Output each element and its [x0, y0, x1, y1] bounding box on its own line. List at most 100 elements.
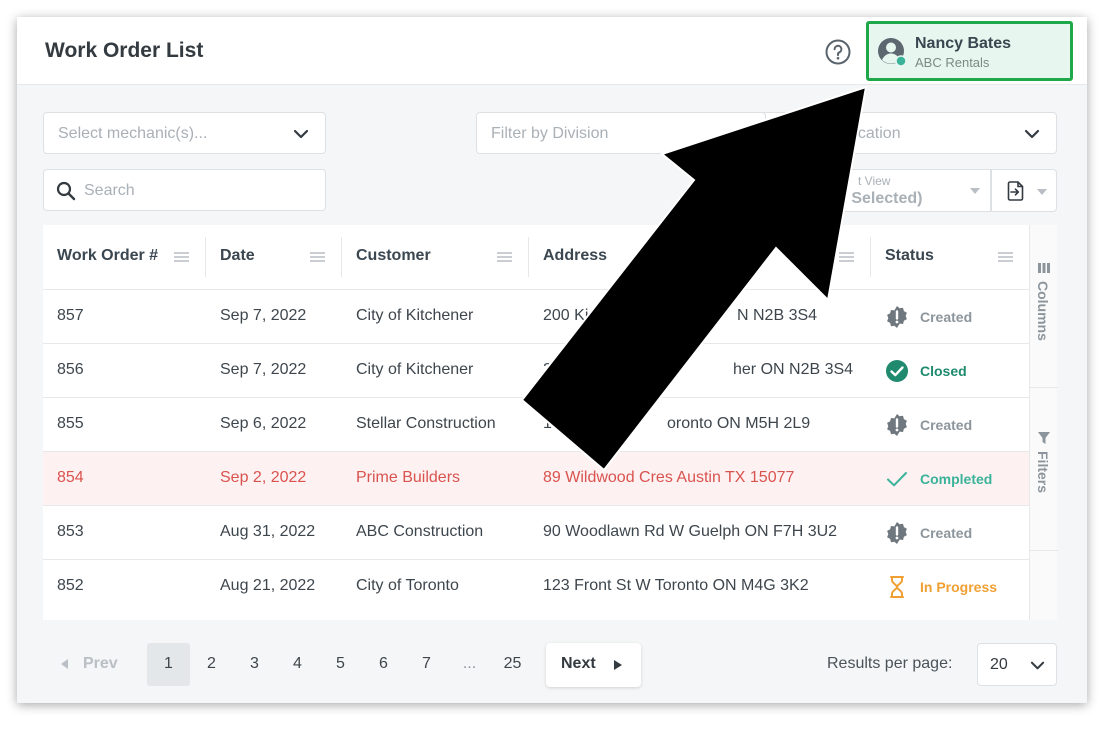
caret-right-icon: [614, 660, 622, 670]
filter-icon: [1038, 432, 1050, 444]
cell-work-order: 856: [57, 361, 84, 378]
location-select[interactable]: ocation: [760, 112, 1057, 154]
caret-left-icon: [61, 659, 68, 669]
check-circle-icon: [886, 360, 908, 382]
cell-work-order: 855: [57, 415, 84, 432]
columns-tab[interactable]: Columns: [1030, 255, 1058, 385]
page-ellipsis: ...: [462, 655, 477, 672]
column-header-address[interactable]: Address: [529, 225, 871, 290]
table-row[interactable]: 855 Sep 6, 2022 Stellar Construction 1 o…: [43, 398, 1029, 452]
cell-address: 89 Wildwood Cres Austin TX 15077: [543, 469, 795, 486]
cell-customer: Prime Builders: [356, 469, 461, 486]
column-menu-icon[interactable]: [998, 252, 1013, 262]
help-circle-icon[interactable]: [825, 39, 851, 65]
cell-work-order: 852: [57, 577, 84, 594]
column-menu-icon[interactable]: [497, 252, 512, 262]
cell-date: Sep 2, 2022: [220, 469, 307, 486]
cell-address: 2: [543, 361, 552, 378]
cell-customer: Stellar Construction: [356, 415, 496, 432]
caret-down-icon: [1037, 189, 1047, 195]
grid-header-row: Work Order # Date Customer Address Statu…: [43, 225, 1029, 290]
top-bar: Work Order List Nancy Bates ABC Rentals: [17, 17, 1087, 85]
chevron-down-icon: [293, 129, 309, 139]
next-page-button[interactable]: Next: [546, 643, 641, 687]
cell-address: 123 Front St W Toronto ON M4G 3K2: [543, 577, 809, 594]
cell-date: Sep 7, 2022: [220, 361, 307, 378]
results-per-page-label: Results per page:: [827, 655, 953, 672]
filters-tab-label: Filters: [1035, 451, 1051, 494]
work-order-grid: Work Order # Date Customer Address Statu…: [43, 225, 1058, 620]
page-button-7[interactable]: 7: [405, 643, 448, 686]
prev-page-button[interactable]: Prev: [57, 643, 127, 686]
columns-tab-label: Columns: [1035, 281, 1051, 341]
columns-icon: [1038, 263, 1050, 273]
column-header-work-order[interactable]: Work Order #: [43, 225, 206, 290]
cell-customer: City of Toronto: [356, 577, 459, 594]
cell-address-tail: oronto ON M5H 2L9: [667, 415, 811, 432]
cell-work-order: 854: [57, 469, 84, 486]
column-menu-icon[interactable]: [839, 252, 854, 262]
page-title: Work Order List: [45, 39, 204, 62]
page-button-25[interactable]: 25: [491, 643, 534, 686]
cell-customer: ABC Construction: [356, 523, 484, 540]
page-button-1[interactable]: 1: [147, 643, 190, 686]
page-button-2[interactable]: 2: [190, 643, 233, 686]
export-file-icon: [1007, 181, 1024, 201]
division-select[interactable]: Filter by Division: [476, 112, 766, 154]
status-text: Completed: [920, 471, 993, 487]
search-input[interactable]: [84, 180, 314, 202]
filters-tab[interactable]: Filters: [1030, 425, 1058, 545]
saved-view-value: e Selected): [838, 190, 923, 207]
cell-address-tail: N N2B 3S4: [737, 307, 818, 324]
checkmark-icon: [887, 472, 907, 487]
cell-work-order: 853: [57, 523, 84, 540]
alert-badge-icon: [887, 414, 907, 436]
export-button[interactable]: [991, 169, 1057, 212]
column-menu-icon[interactable]: [174, 252, 189, 262]
cell-address: 1: [543, 415, 552, 432]
cell-address: 200 Ki: [543, 307, 589, 324]
table-row[interactable]: 852 Aug 21, 2022 City of Toronto 123 Fro…: [43, 560, 1029, 614]
page-button-3[interactable]: 3: [233, 643, 276, 686]
column-header-date[interactable]: Date: [206, 225, 342, 290]
hourglass-icon: [890, 576, 904, 598]
page-button-4[interactable]: 4: [276, 643, 319, 686]
division-select-placeholder: Filter by Division: [491, 125, 609, 142]
status-text: Created: [920, 309, 973, 325]
table-row[interactable]: 856 Sep 7, 2022 City of Kitchener 2 her …: [43, 344, 1029, 398]
page-button-5[interactable]: 5: [319, 643, 362, 686]
user-name: Nancy Bates: [915, 35, 1012, 52]
results-per-page-select[interactable]: 20: [977, 643, 1057, 686]
search-field[interactable]: [43, 169, 326, 211]
cell-date: Aug 31, 2022: [220, 523, 316, 540]
status-text: In Progress: [920, 579, 998, 595]
page-button-6[interactable]: 6: [362, 643, 405, 686]
cell-address-tail: her ON N2B 3S4: [733, 361, 854, 378]
column-header-customer[interactable]: Customer: [342, 225, 529, 290]
location-select-placeholder: ocation: [849, 125, 901, 142]
cell-date: Aug 21, 2022: [220, 577, 316, 594]
status-text: Created: [920, 417, 973, 433]
chevron-down-icon: [1030, 661, 1045, 670]
mechanic-select-placeholder: Select mechanic(s)...: [58, 125, 208, 142]
results-per-page-value: 20: [990, 656, 1008, 673]
user-organization: ABC Rentals: [915, 55, 990, 70]
column-menu-icon[interactable]: [310, 252, 325, 262]
app-window: Work Order List Nancy Bates ABC Rentals …: [17, 17, 1087, 703]
chevron-down-icon: [1024, 129, 1040, 139]
column-header-status[interactable]: Status: [871, 225, 1029, 290]
cell-work-order: 857: [57, 307, 84, 324]
table-row[interactable]: 857 Sep 7, 2022 City of Kitchener 200 Ki…: [43, 290, 1029, 344]
search-icon: [56, 181, 76, 201]
caret-down-icon: [970, 188, 980, 194]
status-text: Closed: [920, 363, 967, 379]
user-profile-card[interactable]: Nancy Bates ABC Rentals: [866, 21, 1073, 81]
table-row[interactable]: 853 Aug 31, 2022 ABC Construction 90 Woo…: [43, 506, 1029, 560]
saved-view-label: t View: [858, 174, 891, 188]
user-avatar-icon: [878, 38, 907, 67]
table-row[interactable]: 854 Sep 2, 2022 Prime Builders 89 Wildwo…: [43, 452, 1029, 506]
status-text: Created: [920, 525, 973, 541]
mechanic-select[interactable]: Select mechanic(s)...: [43, 112, 326, 154]
saved-view-select[interactable]: t View e Selected): [817, 169, 991, 212]
alert-badge-icon: [887, 306, 907, 328]
